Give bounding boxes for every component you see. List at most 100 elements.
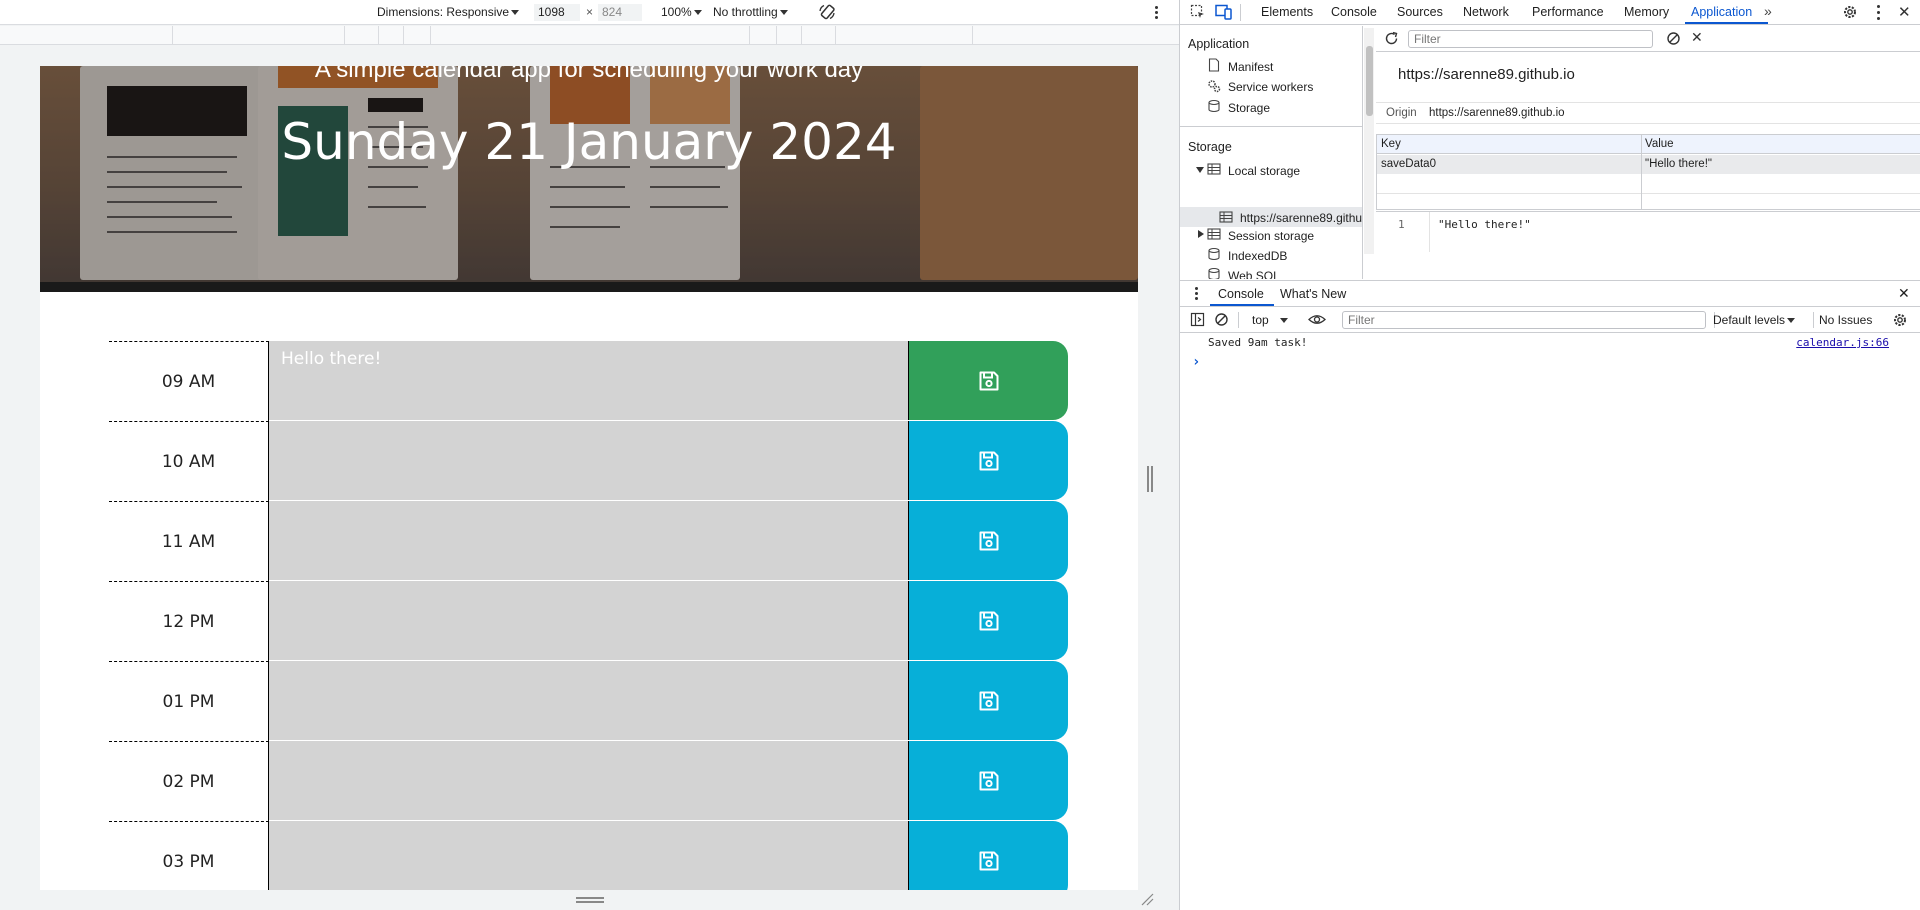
zoom-dropdown[interactable]: 100%: [661, 5, 702, 19]
drawer-tab-whats-new[interactable]: What's New: [1280, 287, 1346, 301]
devtools-tabbar: Elements Console Sources Network Perform…: [1180, 0, 1920, 25]
save-button[interactable]: [908, 501, 1068, 580]
live-expression-eye-icon[interactable]: [1308, 313, 1326, 326]
sidebar-item-label: IndexedDB: [1228, 249, 1288, 263]
column-header-value[interactable]: Value: [1645, 138, 1674, 150]
issues-counter[interactable]: No Issues: [1819, 313, 1872, 327]
hero-divider: [40, 282, 1138, 292]
column-header-key[interactable]: Key: [1381, 138, 1401, 150]
task-textarea[interactable]: [269, 421, 908, 501]
storage-filter-input[interactable]: Filter: [1408, 30, 1653, 48]
sidebar-vertical-scrollbar[interactable]: [1364, 28, 1374, 254]
height-input[interactable]: 824: [598, 4, 642, 21]
save-button[interactable]: [908, 341, 1068, 420]
save-button[interactable]: [908, 661, 1068, 740]
console-prompt[interactable]: ›: [1180, 353, 1920, 373]
sidebar-heading-storage: Storage: [1188, 140, 1232, 154]
clear-console-icon[interactable]: [1214, 312, 1229, 327]
gears-icon: [1208, 80, 1221, 93]
hour-label: 01 PM: [109, 661, 269, 741]
throttling-dropdown[interactable]: No throttling: [713, 5, 788, 19]
more-tabs-icon[interactable]: »: [1764, 3, 1772, 19]
dimensions-dropdown[interactable]: Dimensions: Responsive: [377, 5, 520, 19]
caret-down-icon: [1787, 318, 1796, 324]
tab-sources[interactable]: Sources: [1397, 5, 1443, 19]
drawer-tabbar: Console What's New ✕: [1180, 281, 1920, 307]
clear-all-icon[interactable]: [1666, 31, 1681, 46]
timeblock-list: 09 AM Hello there! 10 AM 11 AM 12 PM 01 PM 02 …: [109, 341, 1069, 890]
database-icon: [1208, 99, 1220, 113]
drawer-menu-icon[interactable]: [1195, 287, 1198, 301]
preview-value: "Hello there!": [1438, 218, 1531, 231]
sidebar-item-label: Web SQL: [1228, 269, 1280, 279]
console-filter-input[interactable]: Filter: [1342, 311, 1706, 329]
zoom-value: 100%: [661, 5, 692, 19]
sidebar-heading-application: Application: [1188, 37, 1250, 51]
sidebar-item-label: Service workers: [1228, 80, 1314, 94]
active-drawer-tab-indicator: [1210, 304, 1274, 306]
expanded-triangle-icon: [1196, 167, 1204, 173]
emulated-page: A simple calendar app for scheduling you…: [40, 66, 1138, 890]
active-tab-indicator: [1685, 22, 1768, 24]
width-input[interactable]: 1098: [534, 4, 580, 21]
customize-menu-icon[interactable]: [1877, 5, 1880, 20]
refresh-icon[interactable]: [1384, 31, 1399, 46]
application-sidebar: Application Manifest Service workers Sto…: [1180, 26, 1363, 279]
caret-down-icon: [779, 10, 788, 16]
task-textarea[interactable]: [269, 821, 908, 890]
console-toolbar: top Filter Default levels No Issues: [1180, 307, 1920, 333]
tab-memory[interactable]: Memory: [1624, 5, 1669, 19]
timeblock-row: 10 AM: [109, 421, 1069, 501]
viewport-resize-handle-right[interactable]: [1147, 466, 1153, 492]
more-options-icon[interactable]: [1155, 5, 1159, 21]
close-devtools-icon[interactable]: ✕: [1898, 3, 1911, 21]
task-textarea[interactable]: [269, 661, 908, 741]
floppy-disk-save-icon: [979, 531, 998, 550]
media-query-bar[interactable]: [0, 26, 1179, 45]
device-toolbar-toggle-icon[interactable]: [1215, 4, 1232, 20]
delete-selected-icon[interactable]: ✕: [1691, 29, 1703, 46]
console-drawer: Console What's New ✕ top Filter Default …: [1180, 280, 1920, 910]
rotate-icon[interactable]: [818, 3, 836, 21]
log-levels-dropdown[interactable]: Default levels: [1713, 313, 1796, 327]
task-textarea[interactable]: [269, 741, 908, 821]
hour-label: 02 PM: [109, 741, 269, 821]
inspect-element-icon[interactable]: [1190, 4, 1206, 20]
sidebar-toggle-icon[interactable]: [1190, 312, 1205, 327]
collapsed-triangle-icon: [1198, 230, 1204, 238]
console-message-source-link[interactable]: calendar.js:66: [1796, 336, 1889, 349]
hour-label: 12 PM: [109, 581, 269, 661]
sidebar-item-label: Session storage: [1228, 229, 1315, 243]
save-button[interactable]: [908, 821, 1068, 890]
sidebar-item-local-storage-origin[interactable]: https://sarenne89.github.io: [1180, 207, 1362, 227]
origin-row: Origin https://sarenne89.github.io: [1376, 102, 1920, 124]
key-value-table: Key Value saveData0 "Hello there!": [1376, 134, 1920, 210]
task-textarea[interactable]: [269, 501, 908, 581]
timeblock-row: 03 PM: [109, 821, 1069, 890]
table-icon: [1219, 211, 1233, 223]
drawer-tab-console[interactable]: Console: [1218, 287, 1264, 301]
close-drawer-icon[interactable]: ✕: [1898, 285, 1910, 302]
save-button[interactable]: [908, 581, 1068, 660]
storage-toolbar: Filter ✕: [1376, 26, 1920, 52]
context-selector[interactable]: top: [1252, 313, 1289, 327]
viewport-resize-handle-bottom[interactable]: [576, 897, 604, 905]
tab-performance[interactable]: Performance: [1532, 5, 1604, 19]
tab-network[interactable]: Network: [1463, 5, 1509, 19]
table-row[interactable]: saveData0 "Hello there!": [1377, 155, 1920, 174]
settings-gear-icon[interactable]: [1842, 4, 1858, 20]
task-textarea[interactable]: Hello there!: [269, 341, 908, 421]
prompt-chevron-icon: ›: [1192, 354, 1201, 370]
tab-elements[interactable]: Elements: [1261, 5, 1313, 19]
console-message: Saved 9am task! calendar.js:66: [1180, 333, 1920, 353]
tab-application[interactable]: Application: [1691, 5, 1752, 19]
floppy-disk-save-icon: [979, 851, 998, 870]
save-button[interactable]: [908, 421, 1068, 500]
origin-value: https://sarenne89.github.io: [1429, 107, 1565, 119]
viewport-resize-corner-icon[interactable]: [1141, 893, 1154, 906]
console-settings-gear-icon[interactable]: [1892, 312, 1908, 328]
task-textarea[interactable]: [269, 581, 908, 661]
save-button[interactable]: [908, 741, 1068, 820]
tab-console[interactable]: Console: [1331, 5, 1377, 19]
document-icon: [1208, 58, 1220, 72]
